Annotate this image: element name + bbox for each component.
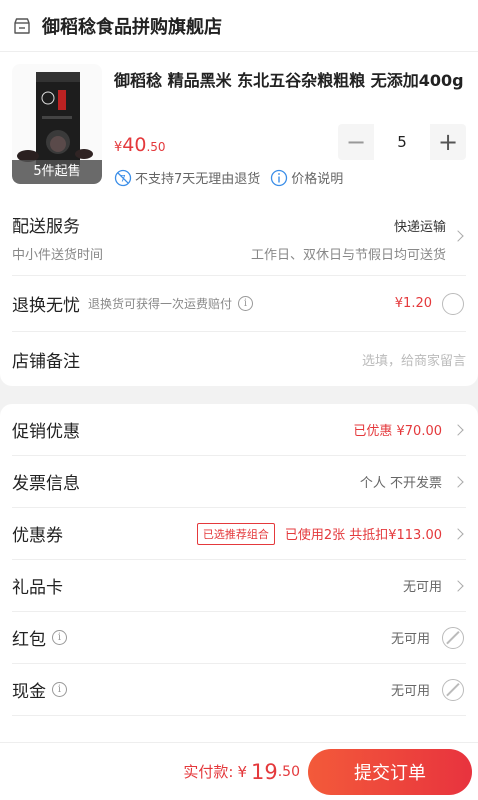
- redpacket-value: 无可用: [390, 632, 430, 647]
- quantity-stepper: − 5 +: [338, 124, 466, 160]
- coupon-badge: 已选推荐组合: [196, 522, 275, 545]
- info-icon[interactable]: i: [52, 682, 67, 697]
- giftcard-value: 无可用: [402, 580, 442, 595]
- refund-insurance-row[interactable]: 退换无忧 退换货可获得一次运费赔付 i ¥1.20: [12, 276, 466, 332]
- info-icon[interactable]: i: [238, 296, 254, 311]
- giftcard-label: 礼品卡: [12, 578, 63, 598]
- no-return-icon: 7: [114, 169, 132, 186]
- chevron-right-icon: [452, 527, 464, 540]
- total-currency: ¥: [237, 762, 247, 781]
- min-sale-badge: 5件起售: [12, 160, 102, 184]
- chevron-right-icon: [452, 230, 464, 242]
- quantity-value[interactable]: 5: [374, 124, 430, 160]
- info-icon: [271, 169, 288, 186]
- remark-right: 选填，给商家留言: [362, 332, 466, 386]
- refund-desc-text: 退换货可获得一次运费赔付: [88, 297, 233, 311]
- remark-label: 店铺备注: [12, 351, 80, 372]
- price-decimal: .50: [146, 140, 166, 154]
- product-item: 5件起售 御稻稔 精品黑米 东北五谷杂粮粗粮 无添加400g ¥40.50 − …: [12, 64, 466, 192]
- no-return-text: 不支持7天无理由退货: [135, 172, 261, 187]
- shop-name: 御稻稔食品拼购旗舰店: [42, 16, 222, 38]
- info-icon[interactable]: i: [52, 630, 67, 645]
- total-decimal: .50: [277, 763, 300, 780]
- checkout-bar: 实付款: ¥ 19 .50 提交订单: [0, 742, 478, 800]
- shop-icon: [14, 17, 30, 34]
- chevron-right-icon: [452, 475, 464, 488]
- redpacket-label: 红包: [12, 630, 46, 650]
- coupon-label: 优惠券: [12, 526, 63, 546]
- chevron-right-icon: [452, 423, 464, 436]
- shop-remark-row[interactable]: 店铺备注 选填，给商家留言: [12, 332, 466, 386]
- total-label: 实付款:: [183, 763, 234, 781]
- redpacket-row[interactable]: 红包 i 无可用: [12, 612, 466, 664]
- disabled-icon: [442, 678, 464, 701]
- giftcard-row[interactable]: 礼品卡 无可用: [12, 560, 466, 612]
- increase-button[interactable]: +: [430, 124, 466, 160]
- delivery-sub-label: 中小件送货时间: [12, 248, 104, 263]
- chevron-right-icon: [452, 579, 464, 592]
- cash-label: 现金: [12, 682, 46, 702]
- coupon-value: 已使用2张 共抵扣¥113.00: [284, 528, 442, 543]
- invoice-value: 个人 不开发票: [359, 476, 442, 491]
- refund-desc: 退换货可获得一次运费赔付 i: [88, 295, 254, 312]
- product-image[interactable]: 5件起售: [12, 64, 102, 184]
- shop-header[interactable]: 御稻稔食品拼购旗舰店: [0, 0, 478, 52]
- delivery-method: 快递运输: [393, 220, 446, 235]
- delivery-service-row[interactable]: 配送服务 中小件送货时间 快递运输 工作日、双休日与节假日均可送货: [12, 200, 466, 276]
- delivery-time: 工作日、双休日与节假日均可送货: [250, 248, 446, 263]
- product-price: ¥40.50: [114, 134, 166, 156]
- total-integer: 19: [251, 759, 278, 784]
- cash-value: 无可用: [390, 684, 430, 699]
- decrease-button[interactable]: −: [338, 124, 374, 160]
- invoice-label: 发票信息: [12, 474, 80, 494]
- promo-row[interactable]: 促销优惠 已优惠 ¥70.00: [12, 404, 466, 456]
- price-desc-link[interactable]: 价格说明: [291, 168, 343, 187]
- coupon-row[interactable]: 优惠券 已选推荐组合 已使用2张 共抵扣¥113.00: [12, 508, 466, 560]
- product-title[interactable]: 御稻稔 精品黑米 东北五谷杂粮粗粮 无添加400g: [114, 68, 466, 93]
- product-tags: 7 不支持7天无理由退货 价格说明: [114, 168, 343, 187]
- promo-label: 促销优惠: [12, 422, 80, 442]
- refund-right: ¥1.20: [395, 276, 466, 331]
- invoice-row[interactable]: 发票信息 个人 不开发票: [12, 456, 466, 508]
- refund-price: ¥1.20: [394, 296, 432, 311]
- cash-row[interactable]: 现金 i 无可用: [12, 664, 466, 716]
- refund-radio[interactable]: [442, 292, 464, 315]
- order-card: 御稻稔食品拼购旗舰店 5件起售 御稻稔 精品黑米 东北五谷杂粮粗粮 无添加400…: [0, 0, 478, 386]
- disabled-icon: [442, 626, 464, 649]
- delivery-label: 配送服务: [12, 217, 80, 237]
- price-integer: 40: [122, 134, 147, 156]
- refund-label: 退换无忧: [12, 296, 80, 316]
- submit-order-button[interactable]: 提交订单: [308, 748, 472, 795]
- discount-card: 促销优惠 已优惠 ¥70.00 发票信息 个人 不开发票 优惠券 已选推荐组合 …: [0, 404, 478, 800]
- promo-value: 已优惠 ¥70.00: [353, 424, 442, 439]
- remark-input[interactable]: 选填，给商家留言: [362, 350, 466, 369]
